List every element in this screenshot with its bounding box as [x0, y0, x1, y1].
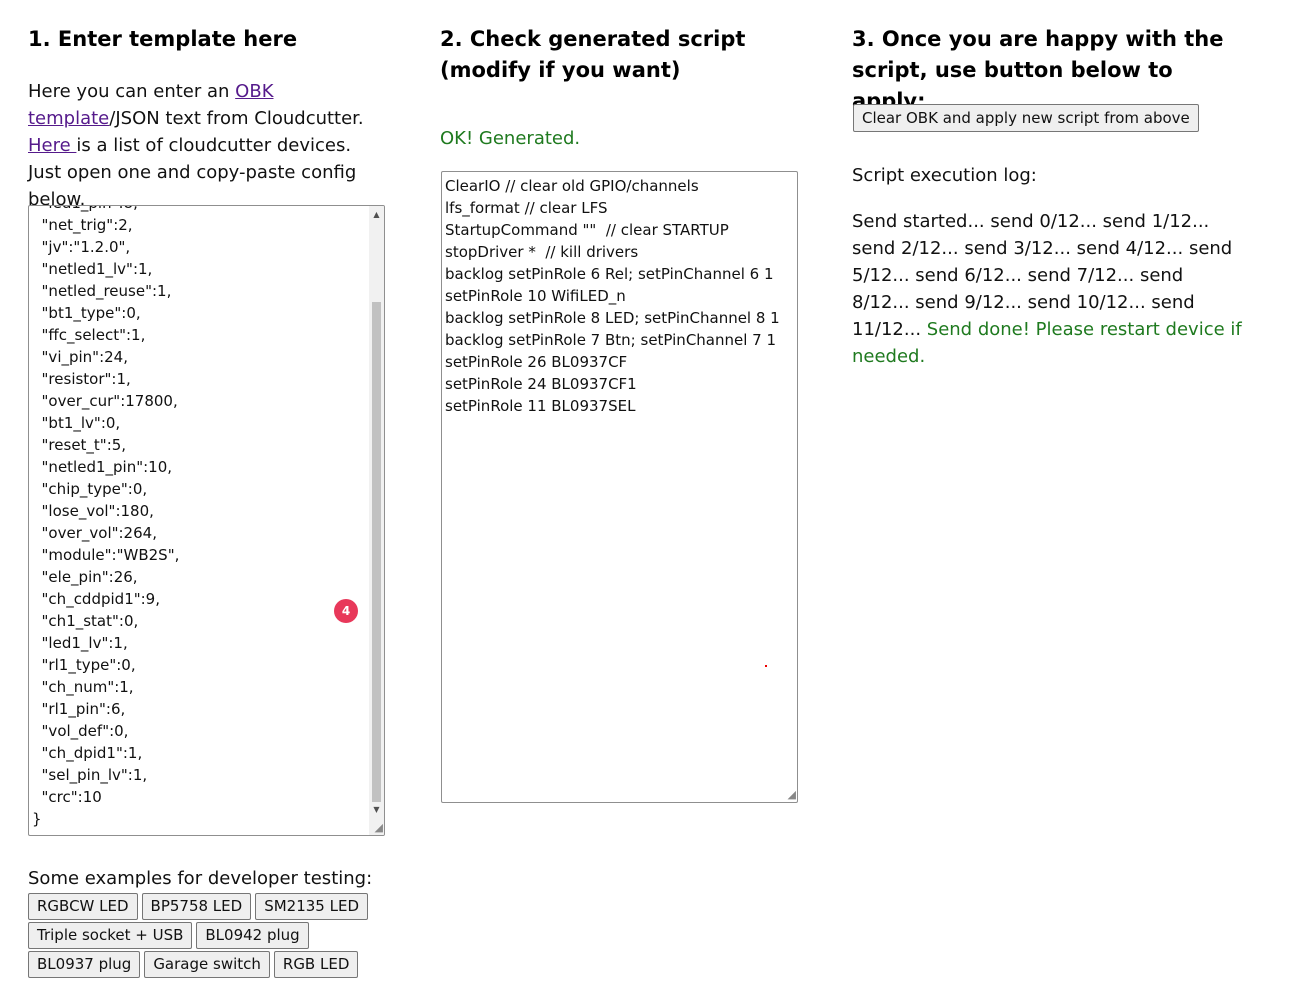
log-label: Script execution log: [852, 165, 1037, 186]
example-rgbcw-led-button[interactable]: RGBCW LED [28, 893, 138, 920]
template-intro: Here you can enter an OBK template/JSON … [28, 78, 388, 213]
scroll-thumb[interactable] [372, 302, 381, 802]
resize-grip-icon[interactable]: ◢ [784, 789, 796, 801]
example-rgb-led-button[interactable]: RGB LED [273, 951, 359, 978]
generate-status: OK! Generated. [440, 128, 581, 149]
scroll-up-arrow-icon[interactable]: ▲ [369, 208, 384, 222]
cloudcutter-devices-link[interactable]: Here [28, 135, 76, 156]
examples-label: Some examples for developer testing: [28, 868, 373, 889]
cursor-dot [765, 665, 767, 667]
template-textarea-content: "led1_pin":8, "net_trig":2, "jv":"1.2.0"… [32, 206, 180, 828]
example-sm2135-led-button[interactable]: SM2135 LED [255, 893, 368, 920]
template-textarea[interactable]: "led1_pin":8, "net_trig":2, "jv":"1.2.0"… [28, 205, 385, 836]
intro-text-3: is a list of cloudcutter devices. Just o… [28, 135, 357, 210]
examples-row: BL0937 plug Garage switch RGB LED [28, 951, 359, 978]
template-scrollbar[interactable]: ▲ ▼ [369, 206, 384, 835]
apply-column: 3. Once you are happy with the script, u… [852, 0, 1252, 367]
examples-row: Triple socket + USB BL0942 plug [28, 922, 309, 949]
apply-script-button[interactable]: Clear OBK and apply new script from abov… [853, 104, 1199, 132]
script-textarea-content: ClearIO // clear old GPIO/channels lfs_f… [445, 177, 780, 415]
template-heading: 1. Enter template here [28, 27, 298, 51]
intro-text-1: Here you can enter an [28, 81, 236, 102]
template-column: 1. Enter template here Here you can ente… [28, 0, 388, 978]
intro-text-2: /JSON text from Cloudcutter. [109, 108, 364, 129]
resize-grip-icon[interactable]: ◢ [371, 822, 383, 834]
scroll-down-arrow-icon[interactable]: ▼ [369, 803, 384, 817]
example-bp5758-led-button[interactable]: BP5758 LED [141, 893, 252, 920]
example-bl0937-plug-button[interactable]: BL0937 plug [28, 951, 141, 978]
example-garage-switch-button[interactable]: Garage switch [144, 951, 270, 978]
example-bl0942-plug-button[interactable]: BL0942 plug [196, 922, 309, 949]
example-triple-socket-usb-button[interactable]: Triple socket + USB [28, 922, 193, 949]
notification-badge[interactable]: 4 [334, 599, 358, 623]
examples-row: RGBCW LED BP5758 LED SM2135 LED [28, 893, 368, 920]
script-textarea[interactable]: ClearIO // clear old GPIO/channels lfs_f… [441, 171, 798, 803]
execution-log: Send started... send 0/12... send 1/12..… [852, 208, 1242, 370]
script-column: 2. Check generated script (modify if you… [440, 0, 820, 803]
script-heading: 2. Check generated script (modify if you… [440, 27, 746, 82]
